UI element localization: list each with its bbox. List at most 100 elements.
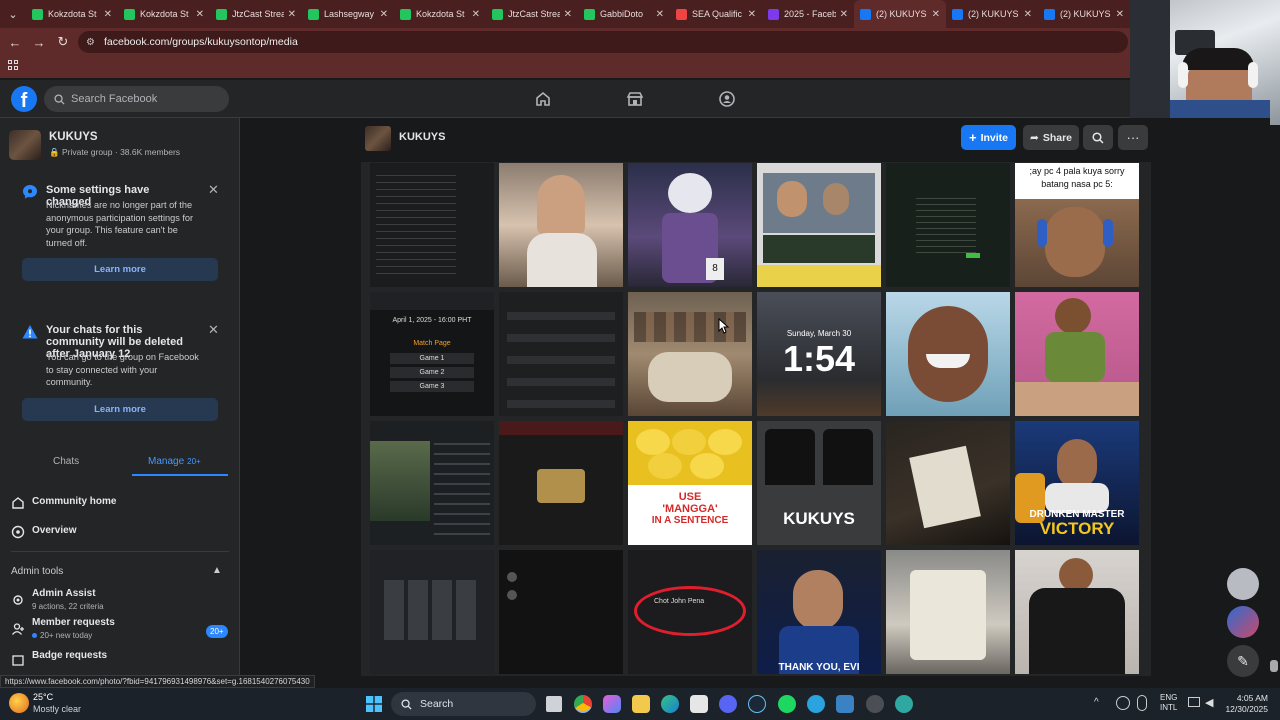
app-icon[interactable] [895, 695, 913, 713]
marketplace-icon[interactable] [626, 90, 644, 108]
group-avatar[interactable] [365, 126, 391, 151]
photo-tile[interactable]: THANK YOU, EVI [757, 550, 881, 674]
photo-tile[interactable]: DRUNKEN MASTER VICTORY [1015, 421, 1139, 545]
close-tab-icon[interactable]: ✕ [1116, 9, 1124, 20]
photo-tile[interactable]: 8 [628, 163, 752, 287]
groups-icon[interactable] [718, 90, 736, 108]
photo-tile[interactable] [757, 163, 881, 287]
photo-tile[interactable] [499, 550, 623, 674]
language-indicator[interactable]: ENG INTL [1160, 693, 1177, 713]
facebook-logo-icon[interactable]: f [11, 86, 37, 112]
store-icon[interactable] [690, 695, 708, 713]
browser-tab[interactable]: Kokzdota St ✕ [394, 0, 486, 28]
photo-tile[interactable] [886, 421, 1010, 545]
photo-tile[interactable]: ;ay pc 4 pala kuya sorry batang nasa pc … [1015, 163, 1139, 287]
photo-tile[interactable] [886, 550, 1010, 674]
chevron-up-icon[interactable]: ^ [1094, 697, 1099, 708]
close-tab-icon[interactable]: ✕ [196, 9, 204, 20]
home-icon[interactable] [534, 90, 552, 108]
telegram-icon[interactable] [807, 695, 825, 713]
photo-tile[interactable]: April 1, 2025 - 16:00 PHT Match Page Gam… [370, 292, 494, 416]
close-tab-icon[interactable]: ✕ [472, 9, 480, 20]
volume-icon[interactable]: ◀ [1205, 696, 1213, 709]
group-search-button[interactable] [1083, 125, 1113, 150]
close-icon[interactable]: ✕ [208, 182, 219, 198]
group-title[interactable]: KUKUYS [399, 131, 445, 143]
close-tab-icon[interactable]: ✕ [564, 9, 572, 20]
site-info-icon[interactable]: ⚙ [86, 37, 98, 48]
chevron-up-icon[interactable]: ▲ [212, 565, 222, 576]
close-tab-icon[interactable]: ✕ [1024, 9, 1032, 20]
admin-tools-heading[interactable]: Admin tools [11, 566, 63, 577]
windows-start-icon[interactable] [366, 696, 382, 712]
photo-tile[interactable] [886, 163, 1010, 287]
taskbar-search-input[interactable]: Search [391, 692, 536, 716]
photo-tile[interactable] [370, 550, 494, 674]
close-tab-icon[interactable]: ✕ [288, 9, 296, 20]
chrome-icon[interactable] [574, 695, 592, 713]
reload-icon[interactable]: ↻ [51, 30, 75, 54]
photo-tile[interactable]: KUKUYS [757, 421, 881, 545]
display-icon[interactable] [1188, 697, 1200, 707]
browser-tab[interactable]: SEA Qualific ✕ [670, 0, 762, 28]
tab-search-chevron-icon[interactable]: ⌄ [0, 0, 26, 28]
weather-desc[interactable]: Mostly clear [33, 704, 81, 714]
photo-tile[interactable] [370, 421, 494, 545]
share-button[interactable]: ➦ Share [1023, 125, 1079, 150]
microphone-icon[interactable] [1137, 695, 1147, 711]
photo-tile[interactable] [499, 421, 623, 545]
search-facebook-input[interactable]: Search Facebook [44, 86, 229, 112]
new-message-icon[interactable]: ✎ [1227, 645, 1259, 677]
spotify-icon[interactable] [778, 695, 796, 713]
photo-tile[interactable] [628, 292, 752, 416]
more-options-button[interactable]: ··· [1118, 125, 1148, 150]
group-avatar[interactable] [9, 130, 41, 160]
copilot-icon[interactable] [603, 695, 621, 713]
admin-assist-link[interactable]: Admin Assist 9 actions, 22 criteria [11, 587, 229, 615]
browser-tab[interactable]: (2) KUKUYS ✕ [1038, 0, 1130, 28]
tray-icon[interactable] [1116, 696, 1130, 710]
close-tab-icon[interactable]: ✕ [748, 9, 756, 20]
badge-requests-link[interactable]: Badge requests [11, 648, 229, 670]
app-icon[interactable] [836, 695, 854, 713]
page-scrollbar[interactable] [1270, 660, 1278, 672]
photo-tile[interactable] [370, 163, 494, 287]
photo-tile[interactable]: Chot John Pena [628, 550, 752, 674]
tab-manage[interactable]: Manage 20+ [148, 456, 201, 467]
close-tab-icon[interactable]: ✕ [932, 9, 940, 20]
contact-avatar-icon[interactable] [1227, 606, 1259, 638]
close-tab-icon[interactable]: ✕ [380, 9, 388, 20]
browser-tab[interactable]: 2025 - Faceb ✕ [762, 0, 854, 28]
community-home-link[interactable]: Community home [11, 494, 229, 516]
file-explorer-icon[interactable] [632, 695, 650, 713]
learn-more-button[interactable]: Learn more [22, 258, 218, 281]
browser-tab[interactable]: (2) KUKUYS ✕ [854, 0, 946, 28]
profile-avatar-icon[interactable] [1227, 568, 1259, 600]
photo-tile[interactable] [1015, 292, 1139, 416]
discord-icon[interactable] [719, 695, 737, 713]
photo-tile[interactable]: Sunday, March 30 1:54 [757, 292, 881, 416]
apps-grid-icon[interactable] [8, 60, 20, 72]
edge-icon[interactable] [661, 695, 679, 713]
browser-tab[interactable]: Lashsegway ✕ [302, 0, 394, 28]
task-view-icon[interactable] [546, 696, 562, 712]
member-requests-link[interactable]: Member requests 20+ new today [11, 616, 229, 644]
app-icon[interactable] [866, 695, 884, 713]
invite-button[interactable]: + Invite [961, 125, 1016, 150]
tab-chats[interactable]: Chats [53, 456, 79, 467]
weather-icon[interactable] [9, 693, 29, 713]
close-tab-icon[interactable]: ✕ [104, 9, 112, 20]
browser-tab[interactable]: JtzCast Strea ✕ [486, 0, 578, 28]
learn-more-button[interactable]: Learn more [22, 398, 218, 421]
steam-icon[interactable] [748, 695, 766, 713]
browser-tab[interactable]: GabbiDoto ✕ [578, 0, 670, 28]
browser-tab[interactable]: Kokzdota St ✕ [26, 0, 118, 28]
forward-arrow-icon[interactable]: → [27, 30, 51, 54]
clock[interactable]: 4:05 AM 12/30/2025 [1222, 693, 1268, 715]
weather-temp[interactable]: 25°C [33, 692, 53, 702]
photo-tile[interactable] [886, 292, 1010, 416]
group-name[interactable]: KUKUYS [49, 131, 98, 143]
address-bar[interactable]: ⚙ facebook.com/groups/kukuysontop/media [78, 31, 1128, 53]
photo-tile[interactable] [1015, 550, 1139, 674]
photo-tile[interactable] [499, 163, 623, 287]
